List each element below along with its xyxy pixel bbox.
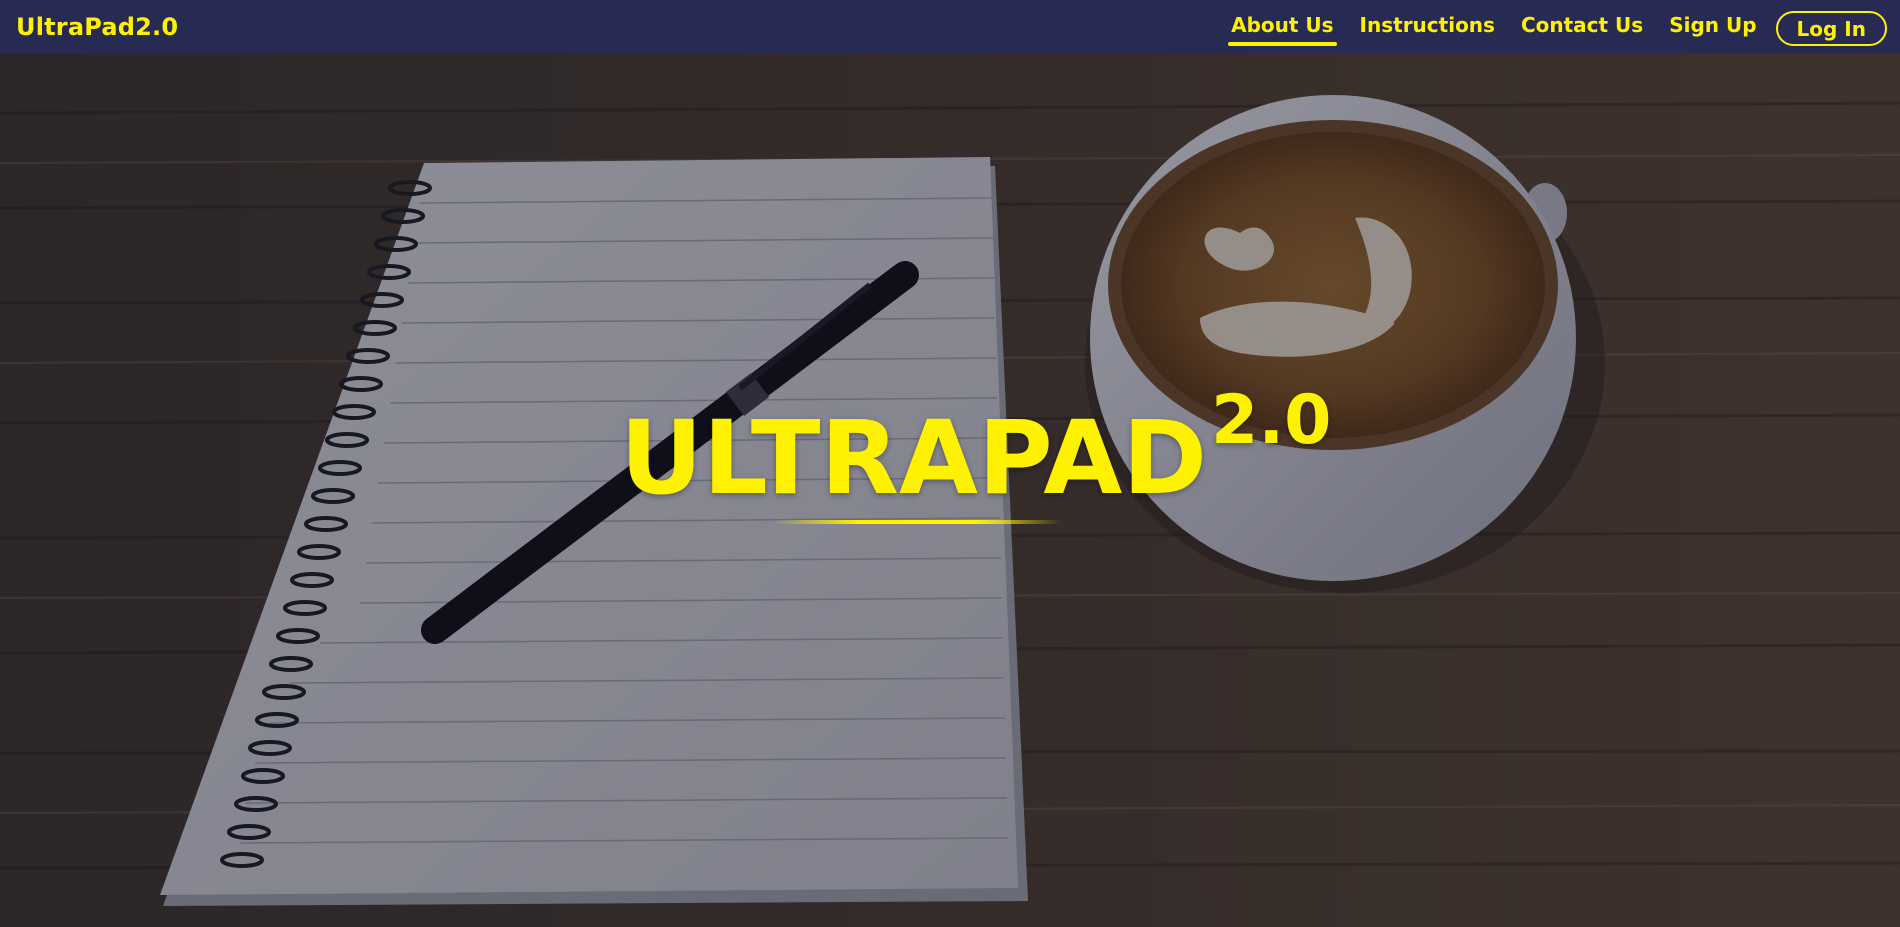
hero-section: ULTRAPAD2.0: [0, 53, 1900, 927]
nav-link-about-us[interactable]: About Us: [1228, 7, 1338, 47]
hero-title-underline: [772, 520, 1062, 524]
nav-link-instructions[interactable]: Instructions: [1360, 7, 1495, 47]
navbar: UltraPad2.0 About Us Instructions Contac…: [0, 0, 1900, 53]
nav-link-contact-us[interactable]: Contact Us: [1521, 7, 1643, 47]
nav-links: About Us Instructions Contact Us Sign Up…: [1205, 7, 1887, 47]
login-button[interactable]: Log In: [1775, 11, 1887, 46]
nav-link-sign-up[interactable]: Sign Up: [1669, 7, 1756, 47]
hero-title: ULTRAPAD2.0: [620, 387, 1331, 510]
brand-logo[interactable]: UltraPad2.0: [16, 13, 178, 41]
hero-title-text: ULTRAPAD: [620, 399, 1207, 518]
hero-title-version: 2.0: [1211, 381, 1332, 460]
